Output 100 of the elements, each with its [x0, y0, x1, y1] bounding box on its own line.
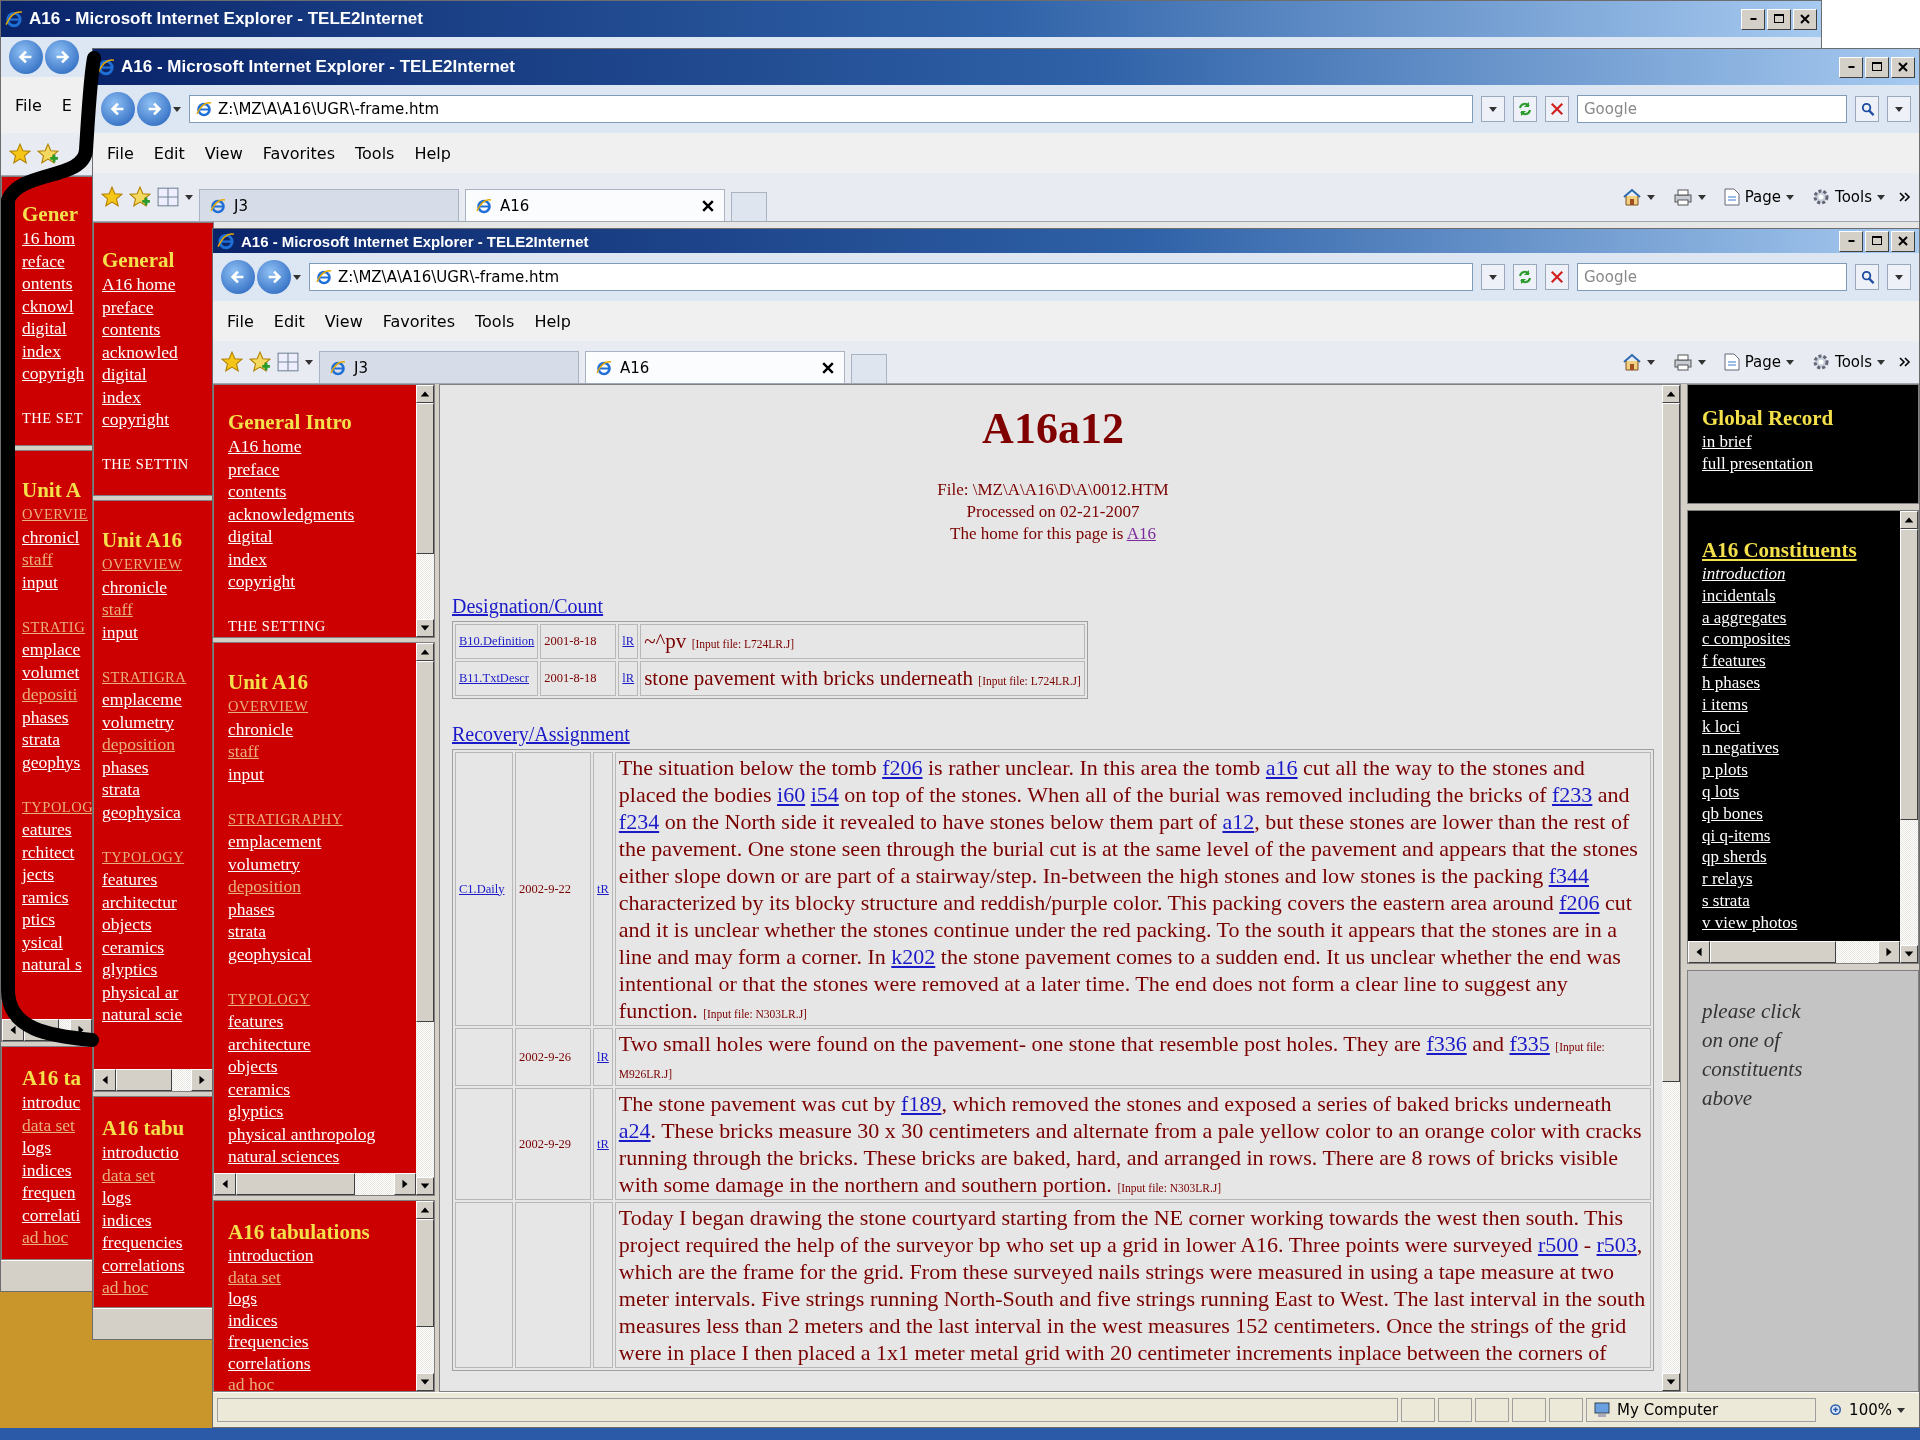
nav-link[interactable]: frequencies — [228, 1331, 309, 1353]
toolbar-menu-button[interactable]: Page — [1719, 351, 1799, 373]
nav-link[interactable]: physical anthropolog — [228, 1122, 376, 1145]
nav-link[interactable]: natural scie — [102, 1003, 183, 1026]
nav-link[interactable]: architecture — [228, 1032, 311, 1055]
nav-link[interactable]: ad hoc — [228, 1374, 275, 1391]
nav-link[interactable]: objects — [228, 1055, 278, 1078]
horizontal-scrollbar[interactable] — [1688, 941, 1900, 963]
section-link[interactable]: OVERVIEW — [228, 695, 309, 718]
favorites-star-icon[interactable] — [221, 351, 243, 373]
toolbar-menu-button[interactable]: Page — [1719, 186, 1799, 208]
nav-link[interactable]: strata — [22, 728, 60, 751]
menu-item[interactable]: Tools — [467, 309, 523, 333]
back-button[interactable] — [101, 92, 135, 126]
nav-link[interactable]: ad hoc — [102, 1276, 149, 1299]
section-link[interactable]: THE SET — [22, 407, 84, 430]
nav-link[interactable]: data set — [228, 1266, 281, 1288]
nav-link[interactable]: data set — [102, 1163, 155, 1186]
add-favorite-icon[interactable] — [37, 143, 59, 165]
stop-button[interactable] — [1545, 264, 1569, 290]
vertical-scrollbar[interactable] — [416, 1201, 434, 1391]
nav-link[interactable]: emplace — [22, 638, 81, 661]
nav-link[interactable]: ontents — [22, 272, 73, 295]
nav-link[interactable]: natural s — [22, 953, 82, 976]
nav-link[interactable]: volumet — [22, 660, 80, 683]
nav-link[interactable]: data set — [22, 1113, 75, 1136]
maximize-button[interactable] — [1865, 230, 1889, 252]
nav-link[interactable]: introduc — [22, 1091, 81, 1114]
nav-link[interactable]: input — [228, 762, 264, 785]
section-link[interactable]: TYPOLOG — [22, 795, 92, 818]
vertical-scrollbar[interactable] — [1662, 385, 1680, 1391]
record-link[interactable]: a16 — [1265, 755, 1298, 780]
home-link[interactable]: A16 — [1126, 524, 1156, 543]
nav-link[interactable]: acknowledgments — [228, 502, 355, 525]
nav-link[interactable]: logs — [102, 1186, 132, 1209]
nav-link[interactable]: p plots — [1702, 759, 1748, 781]
close-tab-icon[interactable] — [822, 361, 834, 374]
record-link[interactable]: i60 — [777, 782, 806, 807]
nav-link[interactable]: contents — [102, 318, 161, 341]
minimize-button[interactable] — [1839, 56, 1863, 78]
toolbar-menu-button[interactable]: Tools — [1808, 351, 1889, 373]
nav-link[interactable]: 16 hom — [22, 227, 75, 250]
nav-link[interactable]: h phases — [1702, 672, 1761, 694]
menu-item[interactable]: Edit — [145, 141, 193, 165]
nav-link[interactable]: phases — [102, 755, 149, 778]
nav-link[interactable]: ceramics — [102, 935, 165, 958]
back-button[interactable] — [9, 40, 43, 74]
nav-link[interactable]: preface — [228, 457, 280, 480]
horizontal-scrollbar[interactable] — [94, 1069, 213, 1091]
vertical-scrollbar[interactable] — [1900, 511, 1918, 963]
nav-link[interactable]: glyptics — [228, 1100, 284, 1123]
nav-link[interactable]: strata — [102, 778, 140, 801]
nav-link[interactable]: chronicle — [228, 717, 294, 740]
close-button[interactable] — [1793, 8, 1817, 30]
nav-link[interactable]: i items — [1702, 693, 1748, 716]
nav-link[interactable]: phases — [228, 897, 275, 920]
reference-link[interactable]: tR — [597, 881, 609, 896]
record-link[interactable]: a12 — [1222, 809, 1255, 834]
nav-link[interactable]: phases — [22, 705, 69, 728]
nav-link[interactable]: volumetry — [228, 852, 300, 875]
reference-link[interactable]: tR — [597, 1136, 609, 1151]
section-link[interactable]: OVERVIE — [22, 503, 88, 526]
nav-link[interactable]: rchitect — [22, 840, 75, 863]
browser-tab[interactable]: A16 — [465, 189, 725, 221]
nav-link[interactable]: deposition — [102, 733, 175, 756]
close-button[interactable] — [1891, 56, 1915, 78]
back-button[interactable] — [221, 260, 255, 294]
chevron-icon[interactable] — [1899, 357, 1911, 367]
nav-link[interactable]: features — [102, 868, 158, 891]
nav-link[interactable]: copyrigh — [22, 362, 85, 385]
record-link[interactable]: r500 — [1537, 1232, 1579, 1257]
section-link[interactable]: STRATIGRAPHY — [228, 807, 343, 830]
nav-link[interactable]: chronicle — [102, 575, 168, 598]
nav-link[interactable]: indices — [22, 1158, 72, 1181]
search-button[interactable] — [1855, 96, 1879, 122]
record-link[interactable]: k202 — [891, 944, 936, 969]
nav-link[interactable]: index — [228, 547, 267, 570]
nav-link[interactable]: glyptics — [102, 958, 158, 981]
menu-item[interactable]: File — [99, 141, 142, 165]
nav-link[interactable]: geophysica — [102, 800, 181, 823]
nav-link[interactable]: incidentals — [1702, 584, 1776, 607]
section-link[interactable]: STRATIG — [22, 615, 86, 638]
nav-link[interactable]: acknowled — [102, 340, 178, 363]
record-link[interactable]: f206 — [1559, 890, 1600, 915]
nav-link[interactable]: ad hoc — [22, 1226, 69, 1249]
menu-item[interactable]: Favorites — [254, 141, 343, 165]
nav-link[interactable]: digital — [22, 317, 67, 340]
record-link[interactable]: i54 — [810, 782, 839, 807]
nav-link[interactable]: depositi — [22, 683, 78, 706]
search-options-button[interactable] — [1887, 264, 1911, 290]
nav-link[interactable]: features — [228, 1010, 284, 1033]
nav-link[interactable]: q lots — [1702, 780, 1740, 803]
nav-link[interactable]: indices — [228, 1309, 278, 1331]
nav-link[interactable]: ceramics — [228, 1077, 291, 1100]
nav-link[interactable]: staff — [22, 548, 53, 571]
reference-link[interactable]: lR — [597, 1049, 609, 1064]
close-button[interactable] — [1891, 230, 1915, 252]
nav-link[interactable]: frequencies — [102, 1231, 183, 1254]
address-field[interactable]: Z:\MZ\A\A16\UGR\-frame.htm — [309, 263, 1473, 291]
address-dropdown-button[interactable] — [1481, 264, 1505, 290]
